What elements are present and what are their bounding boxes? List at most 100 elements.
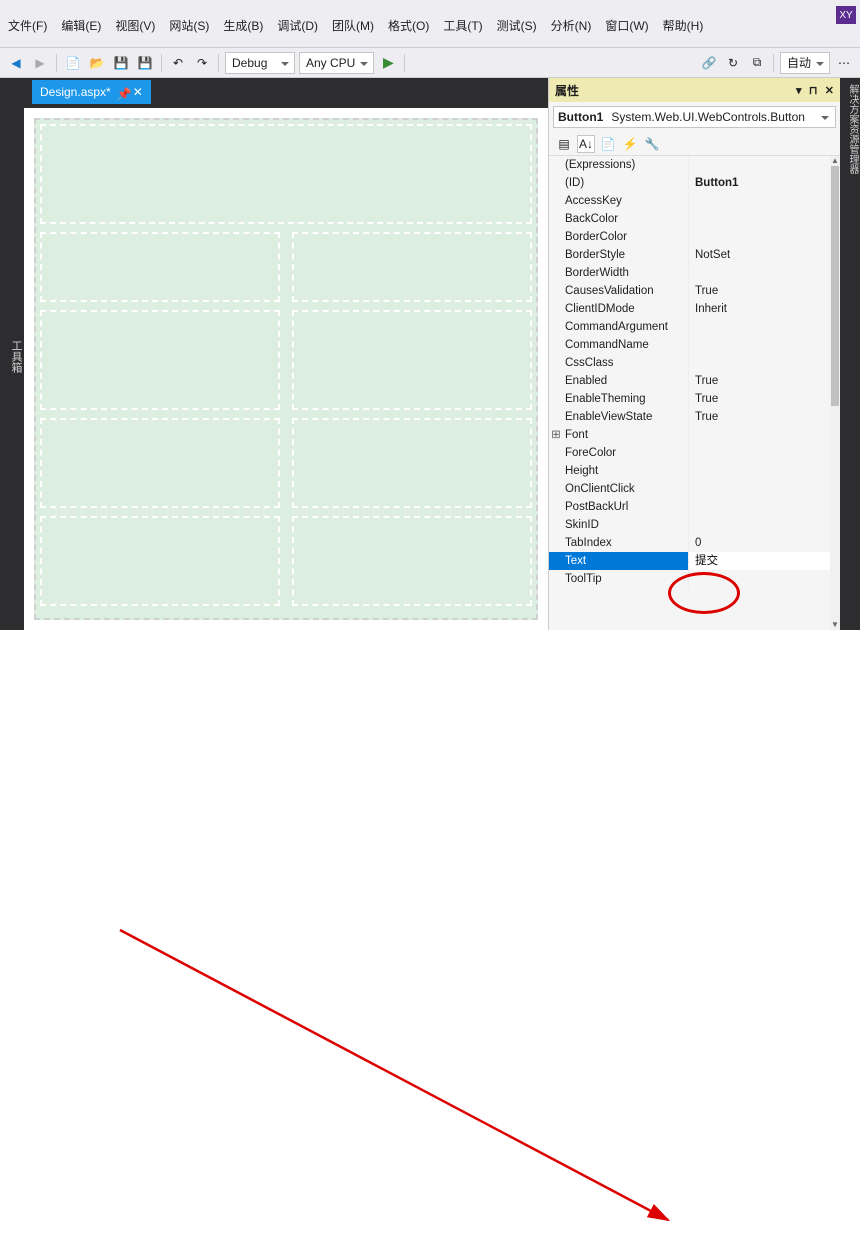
layout-table[interactable]	[34, 118, 538, 620]
property-value[interactable]	[689, 444, 830, 462]
property-row[interactable]: BorderColor	[549, 228, 830, 246]
object-selector[interactable]: Button1 System.Web.UI.WebControls.Button	[553, 106, 836, 128]
menu-view[interactable]: 视图(V)	[113, 15, 157, 36]
menu-team[interactable]: 团队(M)	[330, 15, 376, 36]
alphabetical-icon[interactable]: A↓	[577, 135, 595, 153]
wrench-icon[interactable]: 🔧	[643, 135, 661, 153]
designer-surface[interactable]	[24, 108, 548, 630]
property-value[interactable]: 0	[689, 534, 830, 552]
menu-file[interactable]: 文件(F)	[6, 15, 49, 36]
menu-debug[interactable]: 调试(D)	[275, 15, 320, 36]
property-row[interactable]: EnableThemingTrue	[549, 390, 830, 408]
menu-window[interactable]: 窗口(W)	[603, 15, 650, 36]
menu-website[interactable]: 网站(S)	[167, 15, 211, 36]
document-tab[interactable]: Design.aspx* 📌 ✕	[32, 80, 151, 104]
property-value[interactable]	[689, 498, 830, 516]
property-row[interactable]: TabIndex0	[549, 534, 830, 552]
open-file-icon[interactable]: 📂	[87, 53, 107, 73]
config-combo[interactable]: Debug	[225, 52, 295, 74]
browser-link-icon[interactable]: 🔗	[699, 53, 719, 73]
toolbox-rail[interactable]: 工具箱	[0, 78, 24, 630]
property-row[interactable]: BorderWidth	[549, 264, 830, 282]
menu-test[interactable]: 测试(S)	[495, 15, 539, 36]
property-row[interactable]: ToolTip	[549, 570, 830, 588]
menu-help[interactable]: 帮助(H)	[661, 15, 706, 36]
property-row[interactable]: OnClientClick	[549, 480, 830, 498]
property-row[interactable]: CommandArgument	[549, 318, 830, 336]
property-value[interactable]: True	[689, 390, 830, 408]
property-pages-icon[interactable]: 📄	[599, 135, 617, 153]
property-value[interactable]	[689, 426, 830, 444]
new-window-icon[interactable]: ⧉	[747, 53, 767, 73]
property-value[interactable]	[689, 336, 830, 354]
save-icon[interactable]: 💾	[111, 53, 131, 73]
property-value[interactable]	[689, 192, 830, 210]
menu-format[interactable]: 格式(O)	[386, 15, 431, 36]
property-row[interactable]: CssClass	[549, 354, 830, 372]
property-row[interactable]: Text提交	[549, 552, 830, 570]
property-row[interactable]: ⊞Font	[549, 426, 830, 444]
pin-icon[interactable]: 📌	[117, 87, 127, 97]
save-all-icon[interactable]: 💾	[135, 53, 155, 73]
property-value[interactable]: True	[689, 408, 830, 426]
scrollbar[interactable]: ▲ ▼	[830, 156, 840, 630]
refresh-icon[interactable]: ↻	[723, 53, 743, 73]
property-row[interactable]: AccessKey	[549, 192, 830, 210]
property-value[interactable]	[689, 156, 830, 174]
properties-title-bar[interactable]: 属性 ▾ ⊓ ✕	[549, 78, 840, 102]
account-badge[interactable]: XY	[836, 6, 856, 24]
property-value[interactable]	[689, 264, 830, 282]
property-value[interactable]	[689, 480, 830, 498]
scroll-up-icon[interactable]: ▲	[830, 156, 840, 166]
property-value[interactable]: NotSet	[689, 246, 830, 264]
autohide-icon[interactable]: ⊓	[809, 85, 818, 97]
property-value[interactable]: True	[689, 372, 830, 390]
property-row[interactable]: BorderStyleNotSet	[549, 246, 830, 264]
property-row[interactable]: ClientIDModeInherit	[549, 300, 830, 318]
property-value[interactable]	[689, 516, 830, 534]
scroll-down-icon[interactable]: ▼	[830, 620, 840, 630]
nav-back-icon[interactable]: ◀	[6, 53, 26, 73]
menu-build[interactable]: 生成(B)	[221, 15, 265, 36]
categorized-icon[interactable]: ▤	[555, 135, 573, 153]
start-debug-icon[interactable]: ▶	[378, 53, 398, 73]
property-row[interactable]: PostBackUrl	[549, 498, 830, 516]
property-row[interactable]: EnabledTrue	[549, 372, 830, 390]
property-row[interactable]: (Expressions)	[549, 156, 830, 174]
property-value[interactable]: Inherit	[689, 300, 830, 318]
find-combo[interactable]: 自动	[780, 52, 830, 74]
property-value[interactable]	[689, 570, 830, 588]
redo-icon[interactable]: ↷	[192, 53, 212, 73]
scroll-thumb[interactable]	[831, 166, 839, 406]
toolbar-overflow-icon[interactable]: ⋯	[834, 53, 854, 73]
property-row[interactable]: EnableViewStateTrue	[549, 408, 830, 426]
nav-fwd-icon[interactable]: ▶	[30, 53, 50, 73]
property-row[interactable]: CommandName	[549, 336, 830, 354]
property-value[interactable]	[689, 318, 830, 336]
menu-edit[interactable]: 编辑(E)	[59, 15, 103, 36]
property-value[interactable]: True	[689, 282, 830, 300]
undo-icon[interactable]: ↶	[168, 53, 188, 73]
close-icon[interactable]: ✕	[133, 85, 143, 99]
platform-combo[interactable]: Any CPU	[299, 52, 374, 74]
property-row[interactable]: SkinID	[549, 516, 830, 534]
property-value[interactable]	[689, 228, 830, 246]
property-value[interactable]	[689, 354, 830, 372]
new-file-icon[interactable]: 📄	[63, 53, 83, 73]
property-row[interactable]: Height	[549, 462, 830, 480]
property-value[interactable]: 提交	[689, 552, 830, 570]
close-panel-icon[interactable]: ✕	[825, 85, 834, 97]
property-row[interactable]: BackColor	[549, 210, 830, 228]
events-icon[interactable]: ⚡	[621, 135, 639, 153]
property-row[interactable]: (ID)Button1	[549, 174, 830, 192]
property-value[interactable]	[689, 462, 830, 480]
solution-explorer-rail[interactable]: 解决方案资源管理器	[847, 84, 858, 174]
property-value[interactable]: Button1	[689, 174, 830, 192]
menu-analyze[interactable]: 分析(N)	[549, 15, 594, 36]
property-row[interactable]: ForeColor	[549, 444, 830, 462]
window-menu-icon[interactable]: ▾	[796, 85, 802, 97]
property-value[interactable]	[689, 210, 830, 228]
menu-tools[interactable]: 工具(T)	[441, 15, 484, 36]
expand-icon[interactable]: ⊞	[551, 426, 561, 444]
property-row[interactable]: CausesValidationTrue	[549, 282, 830, 300]
